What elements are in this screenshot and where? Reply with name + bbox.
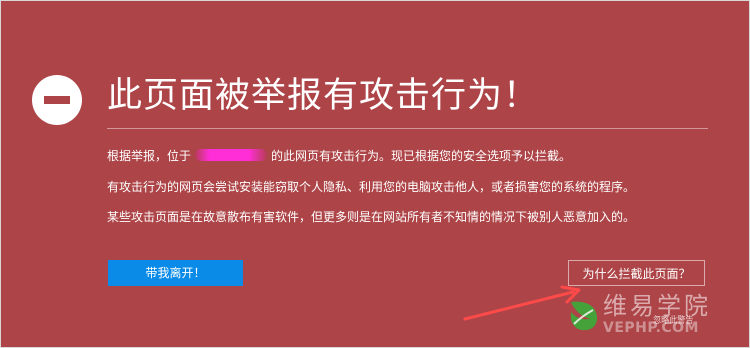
why-blocked-button[interactable]: 为什么拦截此页面？: [568, 260, 705, 286]
page-title: 此页面被举报有攻击行为！: [107, 76, 540, 116]
warning-message-line-2: 有攻击行为的网页会尝试安装能窃取个人隐私、利用您的电脑攻击他人，或者损害您的系统…: [107, 180, 636, 194]
leave-page-button[interactable]: 带我离开！: [108, 260, 243, 286]
warning-message-line-3: 某些攻击页面是在故意散布有害软件，但更多则是在网站所有者不知情的情况下被别人恶意…: [107, 210, 636, 224]
watermark-url: VEPHP.COM: [603, 320, 699, 336]
warning-message-prefix: 根据举报，位于: [107, 149, 192, 163]
redacted-url-highlight: [195, 149, 268, 161]
leaf-logo-icon: [570, 301, 597, 331]
warning-message-suffix: 的此网页有攻击行为。现已根据您的安全选项予以拦截。: [271, 149, 572, 163]
block-icon: [32, 75, 82, 125]
site-watermark: 维易学院 VEPHP.COM: [566, 293, 736, 339]
warning-message-line-1: 根据举报，位于 的此网页有攻击行为。现已根据您的安全选项予以拦截。: [107, 148, 571, 164]
blocked-page-warning: 此页面被举报有攻击行为！ 根据举报，位于 的此网页有攻击行为。现已根据您的安全选项…: [0, 0, 750, 348]
title-divider: [107, 128, 708, 129]
watermark-title: 维易学院: [603, 292, 711, 320]
